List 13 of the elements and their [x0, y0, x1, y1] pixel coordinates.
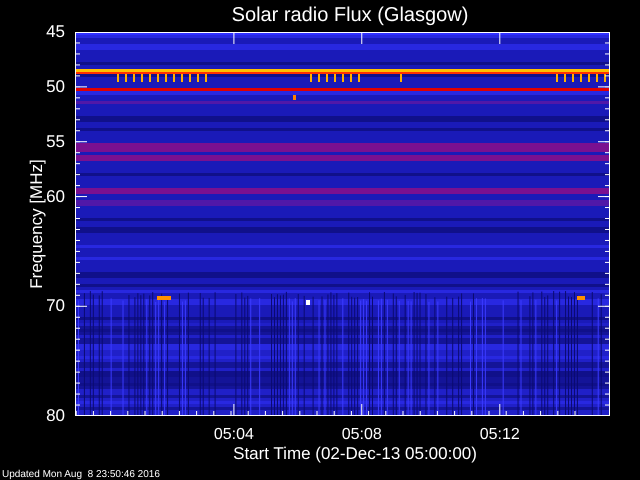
y-tick-label: 45 — [46, 22, 65, 42]
y-tick-label: 80 — [46, 406, 65, 426]
x-tick-label: 05:04 — [214, 426, 254, 444]
update-timestamp: Updated Mon Aug 8 23:50:46 2016 — [1, 469, 161, 480]
chart-title: Solar radio Flux (Glasgow) — [230, 3, 468, 28]
y-tick-label: 55 — [46, 132, 65, 152]
x-tick-label: 05:12 — [480, 426, 520, 444]
y-axis-label: Frequency [MHz] — [27, 159, 47, 289]
y-tick-label: 50 — [46, 76, 65, 97]
y-tick-label: 60 — [46, 186, 65, 207]
x-axis-label: Start Time (02-Dec-13 05:00:00) — [232, 444, 477, 464]
y-tick-label: 70 — [46, 296, 65, 316]
x-tick-label: 05:08 — [342, 426, 382, 444]
